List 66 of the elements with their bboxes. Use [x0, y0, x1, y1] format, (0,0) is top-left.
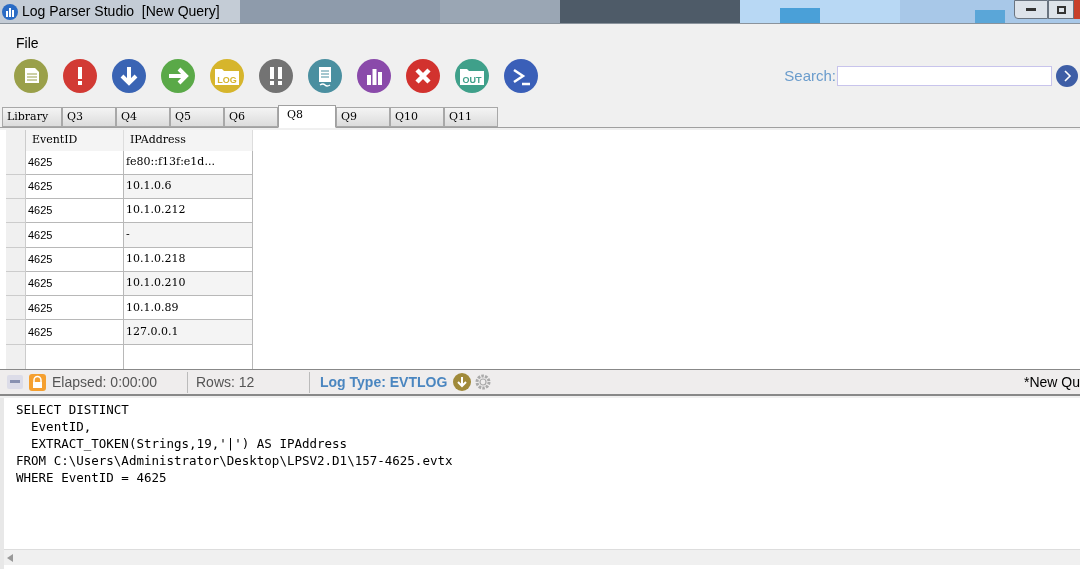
code-line: EXTRACT_TOKEN(Strings,19,'|') AS IPAddress [30, 435, 348, 452]
column-header[interactable]: IPAddress [124, 130, 253, 151]
minimize-button[interactable] [1014, 0, 1048, 19]
table-cell: 4625 [26, 150, 124, 175]
download-icon[interactable] [453, 373, 472, 391]
tab[interactable]: Q9 [336, 107, 390, 127]
table-cell: 4625 [26, 296, 124, 321]
table-cell: 4625 [26, 174, 124, 200]
menu-item[interactable]: File [16, 33, 39, 54]
page-icon[interactable] [308, 59, 342, 93]
search-field[interactable] [837, 66, 1052, 86]
code-line: FROM C:\Users\Administrator\Desktop\LPSV2.D1\157-4625.evtx [16, 452, 453, 469]
prompt-icon[interactable] [504, 59, 538, 93]
horizontal-scrollbar[interactable] [4, 549, 1080, 565]
sql-icon[interactable] [7, 375, 23, 389]
corner-header [6, 130, 26, 151]
table-cell: 10.1.0.218 [124, 247, 253, 272]
column-header[interactable]: EventID [26, 130, 124, 151]
x-icon[interactable] [406, 59, 440, 93]
row-header[interactable] [6, 271, 26, 297]
table-cell: 10.1.0.210 [124, 271, 253, 297]
table-cell: 4625 [26, 271, 124, 297]
table-cell: 127.0.0.1 [124, 320, 253, 345]
row-header[interactable] [6, 344, 26, 369]
elapsed-time: Elapsed: 0:00:00 [52, 371, 188, 393]
tab[interactable]: Q8 [278, 105, 336, 128]
table-cell: 10.1.0.89 [124, 296, 253, 321]
tab[interactable]: Q10 [390, 107, 444, 127]
table-cell: 10.1.0.212 [124, 199, 253, 224]
row-header[interactable] [6, 150, 26, 175]
window-title: Log Parser Studio [New Query] [22, 2, 220, 21]
code-line: SELECT DISTINCT [16, 401, 129, 418]
exclamation-icon[interactable] [63, 59, 97, 93]
table-cell: fe80::f13f:e1d... [124, 150, 253, 175]
scroll-left-icon[interactable] [7, 553, 13, 562]
tab[interactable]: Q3 [62, 107, 116, 127]
code-line: EventID, [30, 418, 92, 435]
table-cell: 4625 [26, 247, 124, 272]
double-exclamation-icon[interactable] [259, 59, 293, 93]
row-header[interactable] [6, 223, 26, 248]
settings-icon[interactable] [474, 373, 493, 391]
tab[interactable]: Q5 [170, 107, 224, 127]
table-cell: - [124, 223, 253, 248]
row-header[interactable] [6, 247, 26, 272]
lock-icon[interactable] [29, 373, 46, 391]
code-line: WHERE EventID = 4625 [16, 469, 167, 486]
search-label: Search: [784, 65, 836, 86]
table-cell: 4625 [26, 223, 124, 248]
tab[interactable]: Q4 [116, 107, 170, 127]
row-header[interactable] [6, 296, 26, 321]
document-icon[interactable] [14, 59, 48, 93]
app-logo-icon [2, 3, 18, 20]
query-name: *New Qu [1023, 372, 1080, 392]
row-count: Rows: 12 [196, 371, 310, 393]
row-header[interactable] [6, 320, 26, 345]
go-icon[interactable] [1056, 65, 1078, 87]
table-cell: 4625 [26, 320, 124, 345]
bars-icon[interactable] [357, 59, 391, 93]
tab[interactable]: Library [2, 107, 62, 127]
restore-button[interactable] [1048, 0, 1074, 19]
row-header[interactable] [6, 174, 26, 200]
row-header[interactable] [6, 199, 26, 224]
tab[interactable]: Q6 [224, 107, 278, 127]
table-cell: 10.1.0.6 [124, 174, 253, 200]
table-cell: 4625 [26, 199, 124, 224]
tab[interactable]: Q11 [444, 107, 498, 127]
